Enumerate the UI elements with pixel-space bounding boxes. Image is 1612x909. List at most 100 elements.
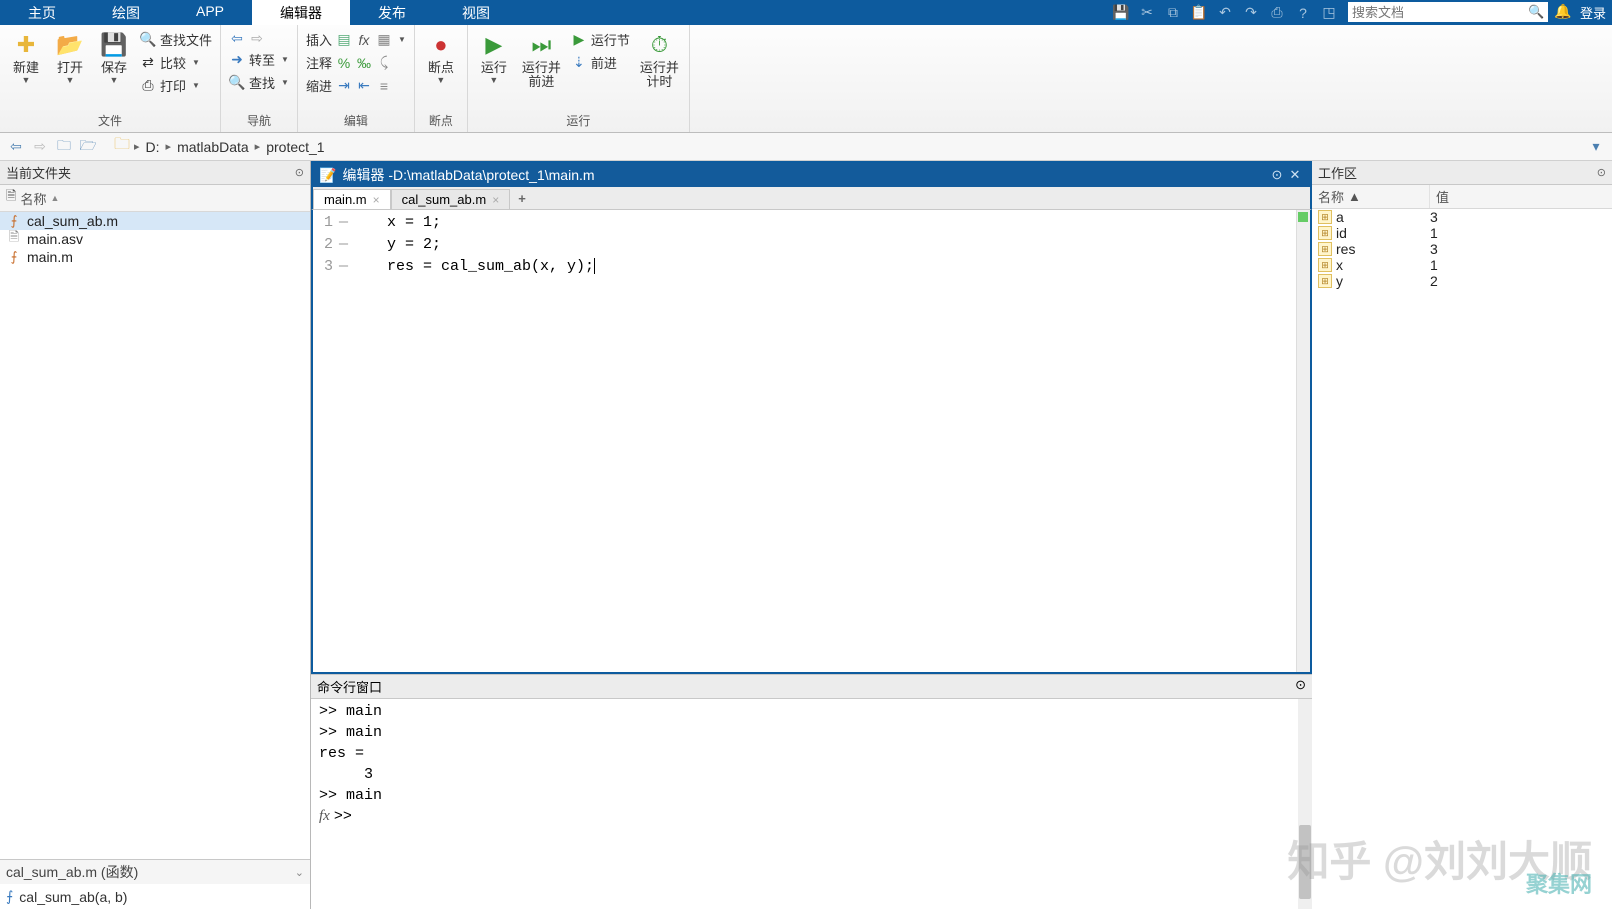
group-label-run: 运行 [566, 111, 590, 130]
search-docs-box[interactable]: 🔍 [1348, 2, 1548, 22]
nav-back-forward[interactable]: ⇦ ⇨ [225, 29, 293, 47]
run-section-button[interactable]: ▶ 运行节 [567, 29, 634, 50]
run-time-button[interactable]: ⏱ 运行并 计时 [634, 29, 685, 91]
search-docs-input[interactable] [1352, 5, 1528, 20]
file-name: cal_sum_ab.m [27, 213, 118, 229]
find-files-button[interactable]: 🔍 查找文件 [136, 29, 216, 50]
main-tab-1[interactable]: 绘图 [84, 0, 168, 25]
workspace-row[interactable]: ⊞a3 [1312, 209, 1612, 225]
compare-button[interactable]: ⇄ 比较 ▼ [136, 52, 216, 73]
outdent-icon: ⇤ [356, 78, 372, 94]
main-tab-2[interactable]: APP [168, 0, 252, 25]
cmd-scrollbar[interactable] [1298, 699, 1312, 909]
redo-icon[interactable]: ↷ [1240, 2, 1262, 24]
editor-close-icon[interactable]: ✕ [1286, 167, 1304, 183]
center-panel: 📝 编辑器 - D:\matlabData\protect_1\main.m ⊙… [311, 161, 1312, 909]
file-name: main.asv [27, 231, 83, 247]
goto-button[interactable]: ➜ 转至 ▼ [225, 49, 293, 70]
breakpoint-button[interactable]: ● 断点 ▼ [419, 29, 463, 87]
code-message-strip[interactable] [1296, 210, 1310, 672]
code-editor[interactable]: 1—2—3— x = 1; y = 2; res = cal_sum_ab(x,… [311, 210, 1312, 674]
ribbon-group-run: ▶ 运行 ▼ ⏭ 运行并 前进 ▶ 运行节 ⇣ 前进 [468, 25, 690, 132]
code-line[interactable]: res = cal_sum_ab(x, y); [360, 256, 1288, 278]
file-row[interactable]: ⨍main.m [0, 248, 310, 266]
advance-button[interactable]: ⇣ 前进 [567, 52, 634, 73]
file-details: cal_sum_ab.m (函数) ⌄ ⨍ cal_sum_ab(a, b) [0, 859, 310, 909]
find-files-icon: 🔍 [140, 32, 156, 48]
editor-tab[interactable]: main.m× [313, 189, 391, 209]
path-bar: ⇦ ⇨ 🗀 🗁 🗀 ▸ D: ▸ matlabData ▸ protect_1 … [0, 133, 1612, 161]
close-tab-icon[interactable]: × [492, 193, 499, 207]
ws-name-column-header[interactable]: 名称 ▲ [1312, 185, 1430, 208]
editor-tab[interactable]: cal_sum_ab.m× [391, 189, 511, 209]
open-icon: 📂 [56, 31, 84, 59]
panel-menu-icon[interactable]: ⊙ [1597, 166, 1606, 179]
find-button[interactable]: 🔍 查找 ▼ [225, 72, 293, 93]
file-icon-header: 🗎 [6, 187, 16, 209]
chevron-down-icon: ▼ [436, 75, 445, 85]
panel-menu-icon[interactable]: ⊙ [1295, 677, 1306, 696]
chevron-down-icon: ▼ [110, 75, 119, 85]
workspace-row[interactable]: ⊞res3 [1312, 241, 1612, 257]
cmd-scrollbar-thumb[interactable] [1299, 825, 1311, 899]
save-button[interactable]: 💾 保存 ▼ [92, 29, 136, 87]
paste-icon[interactable]: 📋 [1188, 2, 1210, 24]
workspace-row[interactable]: ⊞id1 [1312, 225, 1612, 241]
undo-icon[interactable]: ↶ [1214, 2, 1236, 24]
path-seg-1[interactable]: protect_1 [264, 139, 326, 155]
cut-icon[interactable]: ✂ [1136, 2, 1158, 24]
command-window[interactable]: >> main>> mainres = 3>> main fx>> [311, 699, 1312, 909]
sort-asc-icon: ▲ [50, 193, 59, 203]
main-tab-3[interactable]: 编辑器 [252, 0, 350, 25]
indent-button[interactable]: 缩进 ⇥ ⇤ ≡ [302, 75, 410, 96]
path-up-icon[interactable]: 🗀 [54, 137, 74, 157]
login-link[interactable]: 登录 [1574, 0, 1612, 25]
code-line[interactable]: y = 2; [360, 234, 1288, 256]
file-row[interactable]: ⨍cal_sum_ab.m [0, 212, 310, 230]
print-button[interactable]: ⎙ 打印 ▼ [136, 75, 216, 96]
run-button[interactable]: ▶ 运行 ▼ [472, 29, 516, 87]
current-folder-panel: 当前文件夹 ⊙ 🗎 名称 ▲ ⨍cal_sum_ab.m🗎main.asv⨍ma… [0, 161, 311, 909]
code-line[interactable]: x = 1; [360, 212, 1288, 234]
path-forward-icon[interactable]: ⇨ [30, 137, 50, 157]
print-icon[interactable]: ⎙ [1266, 2, 1288, 24]
main-tab-4[interactable]: 发布 [350, 0, 434, 25]
add-tab-button[interactable]: + [510, 189, 534, 208]
insert-var-icon: ▦ [376, 32, 392, 48]
search-icon[interactable]: 🔍 [1528, 4, 1544, 20]
ws-value-column-header[interactable]: 值 [1430, 185, 1455, 208]
file-name-column-header[interactable]: 🗎 名称 ▲ [0, 185, 310, 212]
save-icon[interactable]: 💾 [1110, 2, 1132, 24]
arrow-right-icon: ⇨ [249, 30, 265, 46]
path-back-icon[interactable]: ⇦ [6, 137, 26, 157]
comment-button[interactable]: 注释 % ‰ ⤹ [302, 52, 410, 73]
main-tab-0[interactable]: 主页 [0, 0, 84, 25]
help-icon[interactable]: ? [1292, 2, 1314, 24]
copy-icon[interactable]: ⧉ [1162, 2, 1184, 24]
chevron-down-icon: ▼ [281, 55, 289, 64]
editor-restore-icon[interactable]: ⊙ [1268, 167, 1286, 183]
save-icon: 💾 [100, 31, 128, 59]
wrap-comment-icon: ⤹ [376, 55, 392, 71]
path-drive[interactable]: D: [144, 139, 162, 155]
details-collapse-icon[interactable]: ⌄ [295, 866, 304, 879]
var-value: 1 [1430, 257, 1606, 273]
run-advance-button[interactable]: ⏭ 运行并 前进 [516, 29, 567, 91]
workspace-row[interactable]: ⊞x1 [1312, 257, 1612, 273]
path-seg-0[interactable]: matlabData [175, 139, 251, 155]
path-dropdown-icon[interactable]: ▾ [1586, 137, 1606, 157]
open-button[interactable]: 📂 打开 ▼ [48, 29, 92, 87]
command-window-titlebar: 命令行窗口 ⊙ [311, 674, 1312, 699]
insert-button[interactable]: 插入 ▤ fx ▦ ▼ [302, 29, 410, 50]
file-row[interactable]: 🗎main.asv [0, 230, 310, 248]
main-tab-5[interactable]: 视图 [434, 0, 518, 25]
panel-menu-icon[interactable]: ⊙ [295, 166, 304, 179]
new-button[interactable]: ✚ 新建 ▼ [4, 29, 48, 87]
path-history-icon[interactable]: 🗁 [78, 137, 98, 157]
var-name: res [1336, 241, 1355, 257]
notifications-icon[interactable]: 🔔 [1552, 0, 1574, 22]
close-tab-icon[interactable]: × [373, 193, 380, 207]
run-section-icon: ▶ [571, 32, 587, 48]
workspace-row[interactable]: ⊞y2 [1312, 273, 1612, 289]
resources-icon[interactable]: ◳ [1318, 2, 1340, 24]
